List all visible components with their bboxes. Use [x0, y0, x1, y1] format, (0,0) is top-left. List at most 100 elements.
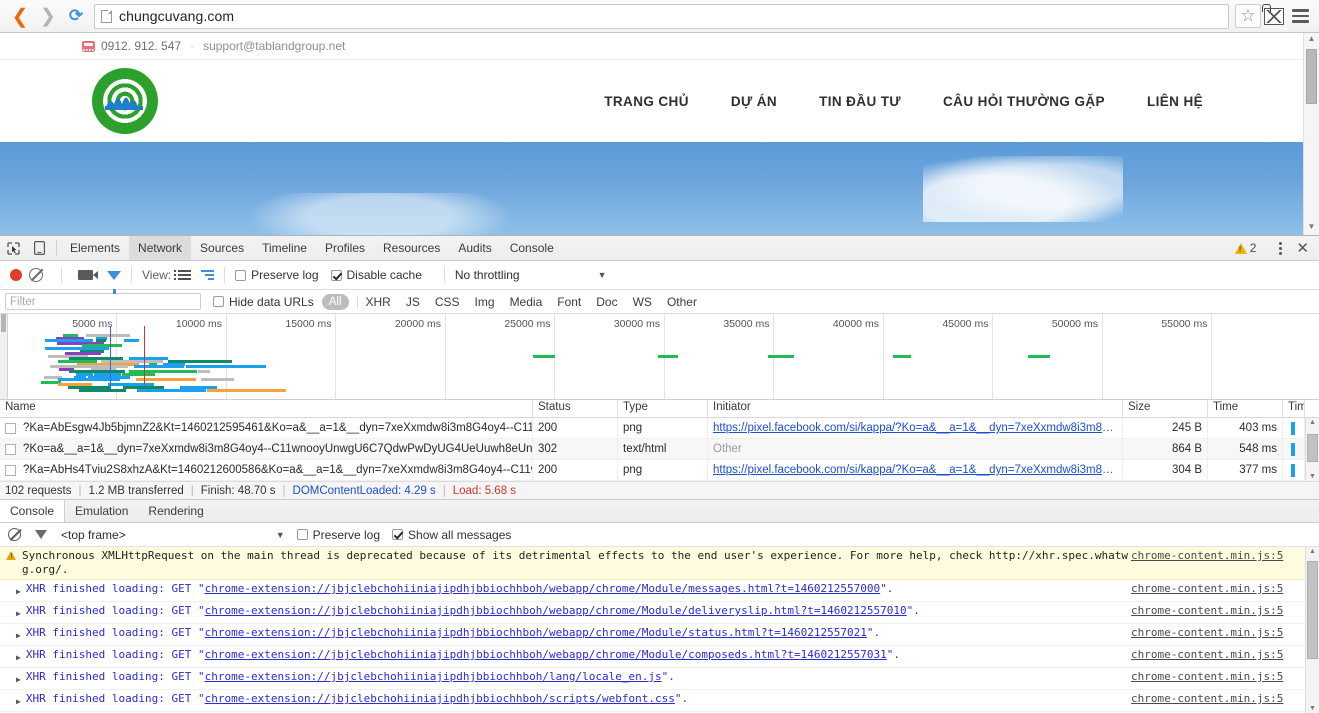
filter-type-ws[interactable]: WS [633, 295, 652, 309]
table-row[interactable]: ?Ka=AbEsgw4Jb5bjmnZ2&Kt=1460212595461&Ko… [0, 418, 1305, 439]
filter-input[interactable] [5, 293, 201, 310]
console-message-url[interactable]: chrome-extension://jbjclebchohiiniajipdh… [205, 626, 867, 639]
console-message-source[interactable]: chrome-content.min.js:5 [1131, 582, 1305, 596]
nav-item-tin-dau-tu[interactable]: TIN ĐẦU TƯ [819, 94, 901, 109]
column-header-time[interactable]: Time [1208, 400, 1283, 417]
console-message-source[interactable]: chrome-content.min.js:5 [1131, 648, 1305, 662]
site-email[interactable]: support@tablandgroup.net [203, 39, 345, 53]
clear-console-icon[interactable] [8, 528, 21, 541]
tab-audits[interactable]: Audits [449, 236, 500, 260]
nav-item-lien-he[interactable]: LIÊN HỆ [1147, 94, 1203, 109]
nav-item-cau-hoi-thuong-gap[interactable]: CÂU HỎI THƯỜNG GẶP [943, 94, 1105, 109]
table-row[interactable]: ?Ko=a&__a=1&__dyn=7xeXxmdw8i3m8G4oy4--C1… [0, 439, 1305, 460]
source-link[interactable]: chrome-content.min.js:5 [1131, 626, 1283, 639]
preserve-log-checkbox[interactable]: Preserve log [235, 268, 319, 282]
filter-type-media[interactable]: Media [510, 295, 543, 309]
site-logo[interactable] [92, 68, 158, 134]
reload-icon[interactable]: ⟳ [62, 2, 90, 30]
mail-extension-icon[interactable] [1261, 3, 1287, 29]
scroll-down-arrow-icon[interactable]: ▼ [1308, 221, 1316, 234]
filter-type-js[interactable]: JS [406, 295, 420, 309]
scrollbar-thumb[interactable] [1307, 561, 1318, 659]
tab-elements[interactable]: Elements [61, 236, 129, 260]
cell-name[interactable]: ?Ko=a&__a=1&__dyn=7xeXxmdw8i3m8G4oy4--C1… [0, 439, 533, 459]
cell-name[interactable]: ?Ka=AbHs4Tviu2S8xhzA&Kt=1460212600586&Ko… [0, 460, 533, 480]
hide-data-urls-checkbox[interactable]: Hide data URLs [213, 295, 314, 309]
tab-sources[interactable]: Sources [191, 236, 253, 260]
column-header-type[interactable]: Type [618, 400, 708, 417]
tab-profiles[interactable]: Profiles [316, 236, 374, 260]
tab-resources[interactable]: Resources [374, 236, 449, 260]
tab-timeline[interactable]: Timeline [253, 236, 316, 260]
console-message-url[interactable]: chrome-extension://jbjclebchohiiniajipdh… [205, 670, 662, 683]
column-header-timeline[interactable]: Tim [1283, 400, 1305, 417]
tab-console[interactable]: Console [501, 236, 563, 260]
disable-cache-checkbox[interactable]: Disable cache [330, 268, 422, 282]
cell-initiator[interactable]: https://pixel.facebook.com/si/kappa/?Ko=… [708, 460, 1123, 480]
source-link[interactable]: chrome-content.min.js:5 [1131, 692, 1283, 705]
scroll-down-arrow-icon[interactable]: ▼ [1309, 705, 1316, 712]
scroll-up-arrow-icon[interactable]: ▲ [1309, 548, 1316, 555]
chevron-down-icon[interactable]: ▼ [276, 530, 285, 540]
nav-item-trang-chu[interactable]: TRANG CHỦ [604, 94, 689, 109]
network-table-scrollbar[interactable]: ▲ ▼ [1305, 418, 1319, 481]
console-message-warning[interactable]: Synchronous XMLHttpRequest on the main t… [0, 547, 1305, 580]
console-message-log[interactable]: ▶ XHR finished loading: GET "chrome-exte… [0, 668, 1305, 690]
drawer-tab-rendering[interactable]: Rendering [138, 500, 213, 522]
source-link[interactable]: chrome-content.min.js:5 [1131, 604, 1283, 617]
page-scrollbar-thumb[interactable] [1306, 49, 1317, 104]
drawer-tab-console[interactable]: Console [0, 500, 66, 522]
console-message-url[interactable]: chrome-extension://jbjclebchohiiniajipdh… [205, 648, 887, 661]
bookmark-star-button[interactable]: ☆ [1235, 3, 1261, 29]
expand-arrow-icon[interactable]: ▶ [16, 585, 21, 599]
inspect-element-icon[interactable] [0, 236, 26, 260]
tab-network[interactable]: Network [129, 236, 192, 260]
cell-name[interactable]: ?Ka=AbEsgw4Jb5bjmnZ2&Kt=1460212595461&Ko… [0, 418, 533, 438]
console-message-url[interactable]: chrome-extension://jbjclebchohiiniajipdh… [205, 692, 675, 705]
initiator-link[interactable]: https://pixel.facebook.com/si/kappa/?Ko=… [713, 464, 1117, 476]
expand-arrow-icon[interactable]: ▶ [16, 607, 21, 621]
console-message-source[interactable]: chrome-content.min.js:5 [1131, 692, 1305, 706]
back-arrow-icon[interactable]: ❮ [6, 2, 34, 30]
console-scrollbar[interactable]: ▲ ▼ [1305, 547, 1319, 713]
hamburger-menu-icon[interactable] [1287, 3, 1313, 29]
source-link[interactable]: chrome-content.min.js:5 [1131, 549, 1283, 562]
source-link[interactable]: chrome-content.min.js:5 [1131, 582, 1283, 595]
console-message-url[interactable]: chrome-extension://jbjclebchohiiniajipdh… [205, 582, 881, 595]
source-link[interactable]: chrome-content.min.js:5 [1131, 648, 1283, 661]
address-bar[interactable]: chungcuvang.com [94, 3, 1229, 29]
frame-selector-value[interactable]: <top frame> [61, 528, 126, 542]
drawer-tab-emulation[interactable]: Emulation [65, 500, 138, 522]
filter-type-img[interactable]: Img [475, 295, 495, 309]
filter-type-font[interactable]: Font [557, 295, 581, 309]
console-message-log[interactable]: ▶ XHR finished loading: GET "chrome-exte… [0, 580, 1305, 602]
filter-type-css[interactable]: CSS [435, 295, 460, 309]
table-row[interactable]: ?Ka=AbHs4Tviu2S8xhzA&Kt=1460212600586&Ko… [0, 460, 1305, 481]
list-view-icon[interactable] [174, 270, 192, 280]
clear-network-log-icon[interactable] [29, 268, 43, 282]
filter-type-doc[interactable]: Doc [596, 295, 617, 309]
console-message-source[interactable]: chrome-content.min.js:5 [1131, 549, 1305, 563]
console-message-source[interactable]: chrome-content.min.js:5 [1131, 626, 1305, 640]
devtools-close-icon[interactable]: ✕ [1292, 241, 1313, 256]
overview-canvas[interactable]: 5000 ms 10000 ms 15000 ms 20000 ms 25000 ms 3… [8, 314, 1319, 399]
console-message-url[interactable]: chrome-extension://jbjclebchohiiniajipdh… [205, 604, 907, 617]
expand-arrow-icon[interactable]: ▶ [16, 673, 21, 687]
console-message-log[interactable]: ▶ XHR finished loading: GET "chrome-exte… [0, 690, 1305, 712]
record-button-icon[interactable] [10, 269, 22, 281]
timeline-view-icon[interactable] [201, 270, 215, 280]
overview-selection-handle[interactable] [0, 314, 8, 399]
device-toolbar-icon[interactable] [26, 236, 52, 260]
console-message-log[interactable]: ▶ XHR finished loading: GET "chrome-exte… [0, 646, 1305, 668]
expand-arrow-icon[interactable]: ▶ [16, 629, 21, 643]
cell-initiator[interactable]: https://pixel.facebook.com/si/kappa/?Ko=… [708, 418, 1123, 438]
console-preserve-log-checkbox[interactable]: Preserve log [296, 528, 380, 542]
filter-type-xhr[interactable]: XHR [366, 295, 391, 309]
column-header-status[interactable]: Status [533, 400, 618, 417]
console-filter-icon[interactable] [35, 530, 47, 552]
console-message-source[interactable]: chrome-content.min.js:5 [1131, 670, 1305, 684]
filter-funnel-icon[interactable] [107, 270, 121, 294]
column-header-name[interactable]: Name [0, 400, 533, 417]
network-overview-waterfall[interactable]: 5000 ms 10000 ms 15000 ms 20000 ms 25000 ms 3… [0, 314, 1319, 400]
column-header-size[interactable]: Size [1123, 400, 1208, 417]
